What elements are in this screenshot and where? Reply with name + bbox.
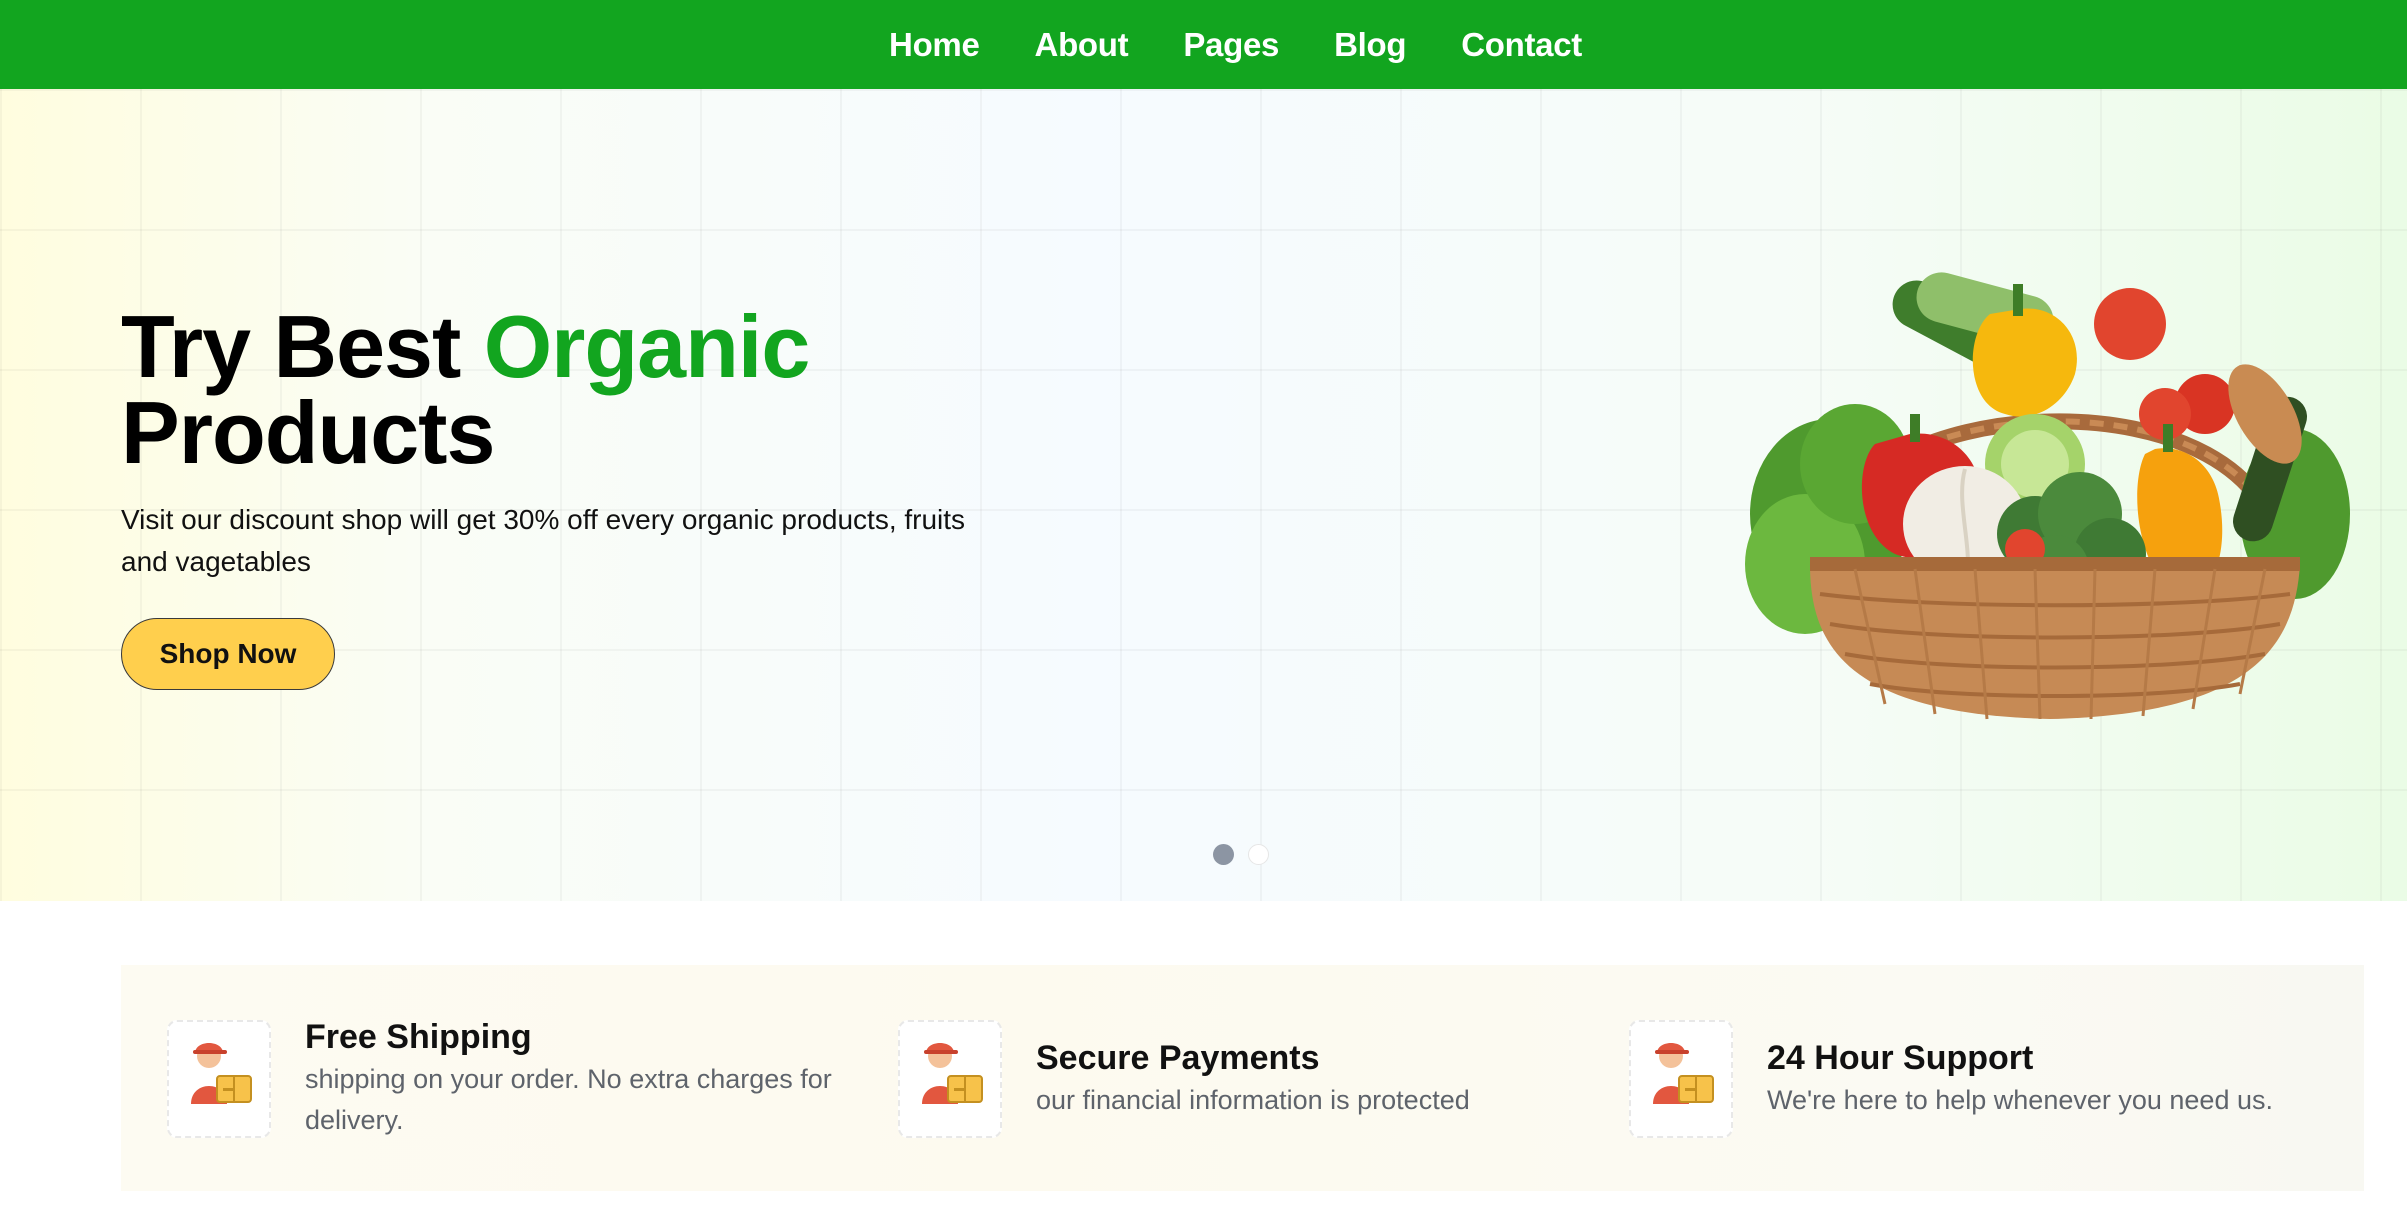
hero-title: Try Best Organic Products (121, 303, 1021, 477)
nav-menu: Home About Pages Blog Contact (889, 26, 1582, 64)
slider-dots (1213, 844, 1269, 865)
nav-link-contact[interactable]: Contact (1461, 26, 1582, 63)
delivery-person-icon (1629, 1020, 1733, 1138)
feature-card-free-shipping: Free Shipping shipping on your order. No… (121, 965, 852, 1191)
hero-subtitle: Visit our discount shop will get 30% off… (121, 504, 966, 577)
feature-title: 24 Hour Support (1767, 1039, 2034, 1077)
slider-dot-2[interactable] (1248, 844, 1269, 865)
feature-description: shipping on your order. No extra charges… (305, 1064, 832, 1135)
features-strip: Free Shipping shipping on your order. No… (121, 965, 2364, 1191)
hero-title-part2: Products (121, 383, 495, 482)
nav-link-about[interactable]: About (1035, 26, 1129, 63)
feature-description: our financial information is protected (1036, 1085, 1470, 1115)
slider-dot-1[interactable] (1213, 844, 1234, 865)
hero-title-part1: Try Best (121, 297, 484, 396)
feature-card-24-hour-support: 24 Hour Support We're here to help whene… (1583, 965, 2314, 1191)
delivery-person-icon (898, 1020, 1002, 1138)
feature-title: Secure Payments (1036, 1039, 1320, 1077)
nav-link-pages[interactable]: Pages (1183, 26, 1279, 63)
feature-title: Free Shipping (305, 1018, 532, 1056)
top-navbar: Home About Pages Blog Contact (0, 0, 2407, 89)
feature-text-secure-payments: Secure Payments our financial informatio… (1036, 1036, 1470, 1121)
nav-link-home[interactable]: Home (889, 26, 980, 63)
shop-now-button[interactable]: Shop Now (121, 618, 335, 690)
hero-title-accent: Organic (483, 297, 811, 396)
feature-text-24-hour-support: 24 Hour Support We're here to help whene… (1767, 1036, 2273, 1121)
nav-link-blog[interactable]: Blog (1334, 26, 1406, 63)
feature-card-secure-payments: Secure Payments our financial informatio… (852, 965, 1583, 1191)
delivery-person-icon (167, 1020, 271, 1138)
feature-text-free-shipping: Free Shipping shipping on your order. No… (305, 1015, 865, 1141)
vegetable-basket-image (1745, 272, 2350, 720)
hero-banner: Try Best Organic Products Visit our disc… (0, 89, 2407, 901)
feature-description: We're here to help whenever you need us. (1767, 1085, 2273, 1115)
